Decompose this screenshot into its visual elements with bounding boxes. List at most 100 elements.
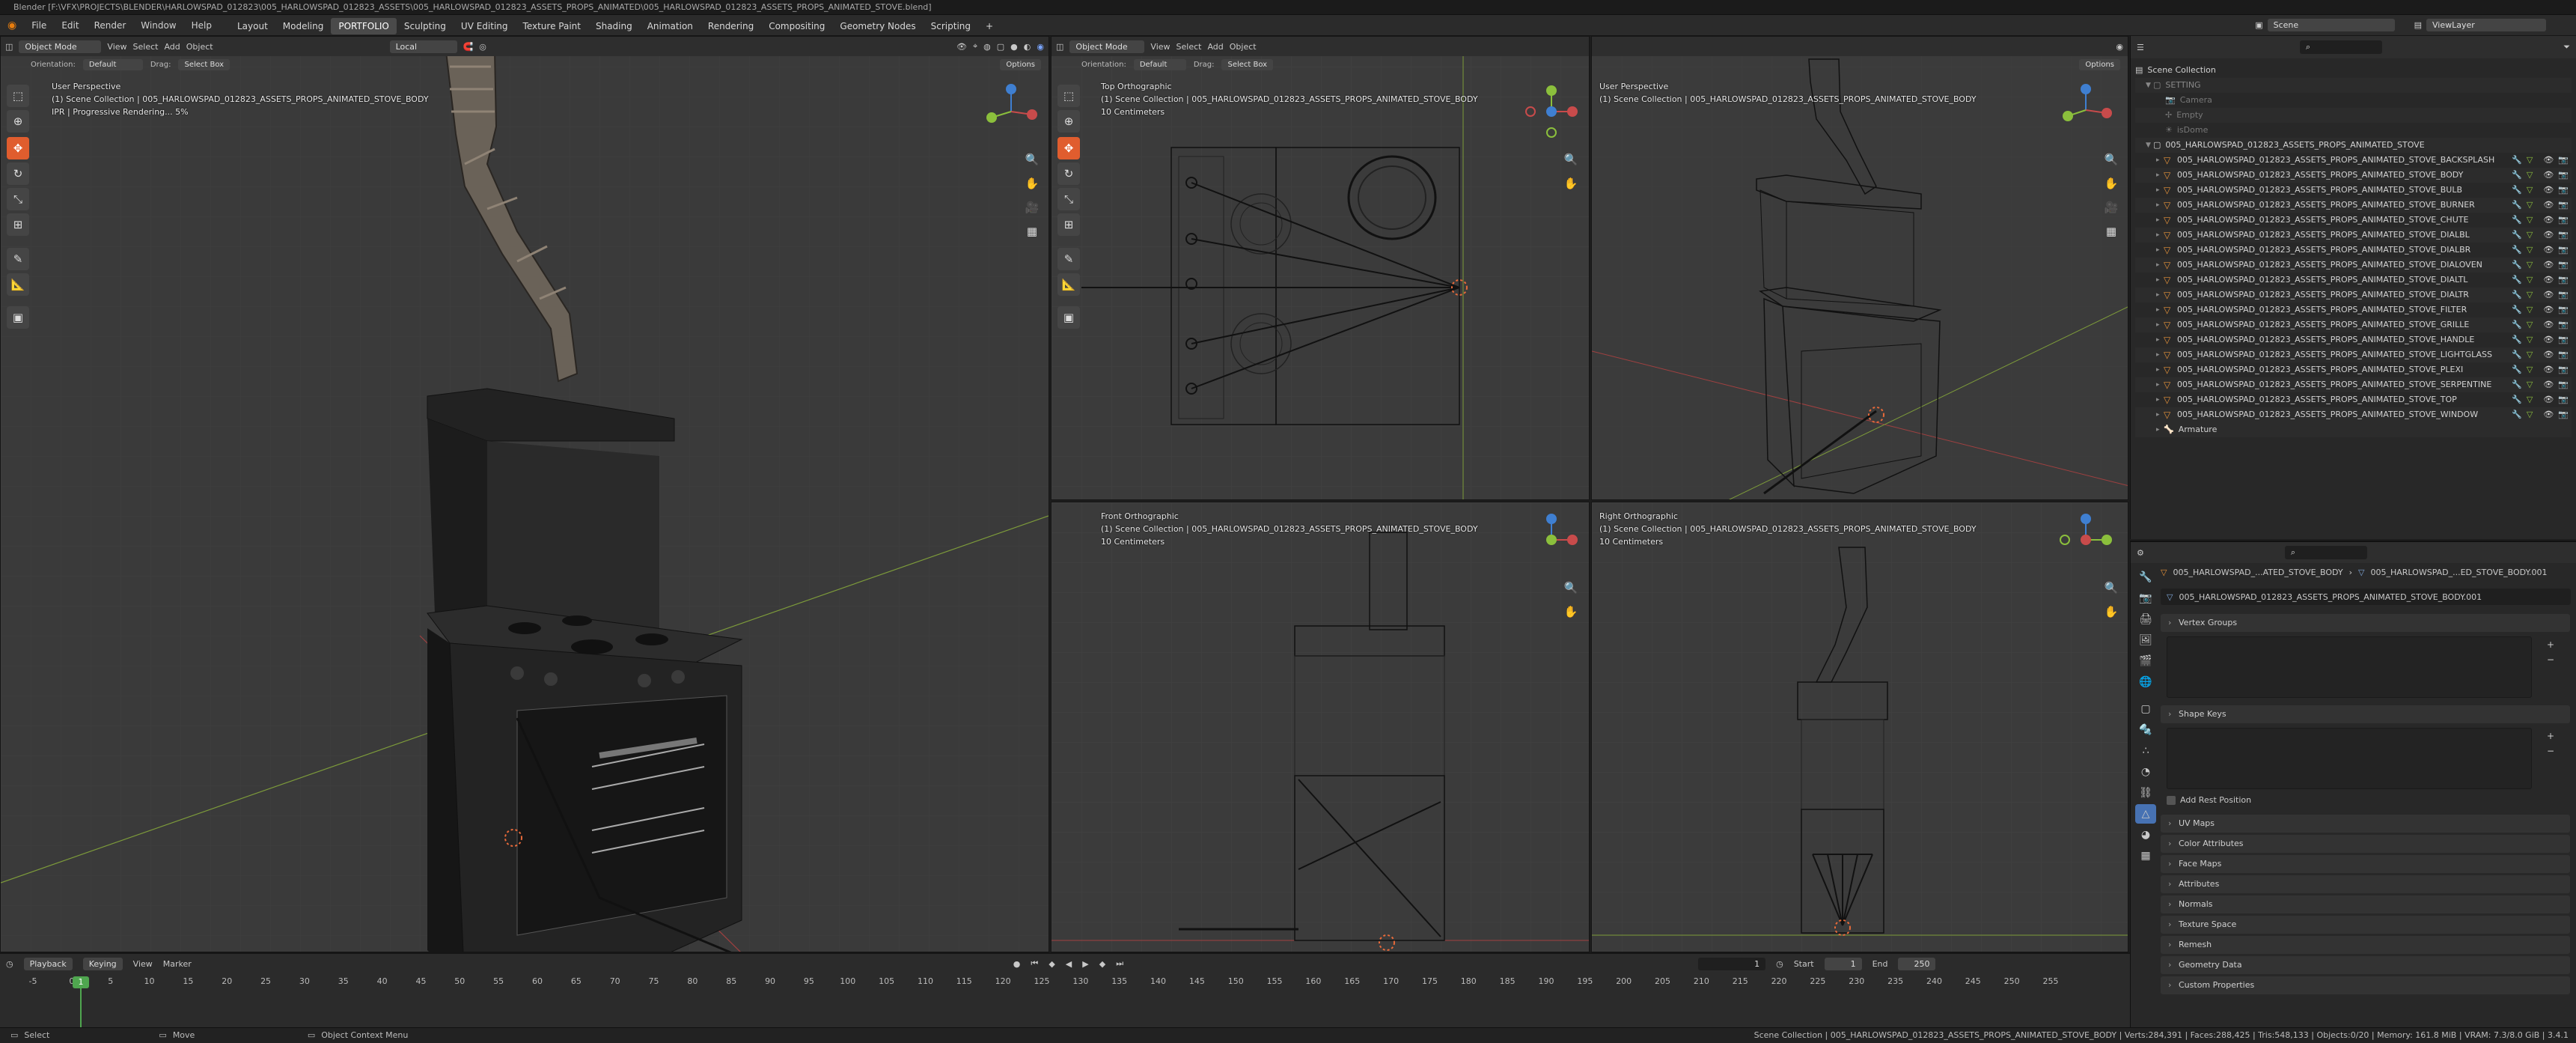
- pan-hand-icon[interactable]: ✋: [1560, 601, 1581, 622]
- add-vertex-group-icon[interactable]: +: [2547, 639, 2554, 650]
- outliner-item-object[interactable]: ▸ ▽ 005_HARLOWSPAD_012823_ASSETS_PROPS_ANI…: [2135, 302, 2572, 317]
- menu-add[interactable]: Add: [164, 42, 180, 52]
- expand-icon[interactable]: ▸: [2156, 392, 2164, 407]
- move-tool-button[interactable]: ✥: [1057, 137, 1080, 159]
- navigation-gizmo[interactable]: [1522, 510, 1581, 570]
- panel-normals[interactable]: Normals: [2161, 895, 2570, 913]
- expand-icon[interactable]: ▸: [2156, 258, 2164, 273]
- navigation-gizmo[interactable]: [2056, 80, 2116, 140]
- visibility-icon[interactable]: 👁: [956, 42, 967, 52]
- add-workspace-button[interactable]: +: [978, 18, 1001, 34]
- expand-icon[interactable]: ▸: [2156, 302, 2164, 317]
- material-tab-icon[interactable]: ◕: [2135, 825, 2156, 845]
- pan-hand-icon[interactable]: ✋: [2101, 173, 2122, 194]
- visibility-eye-icon[interactable]: 👁: [2543, 183, 2554, 198]
- menu-render[interactable]: Render: [87, 15, 134, 36]
- outliner-item-object[interactable]: ▸ ▽ 005_HARLOWSPAD_012823_ASSETS_PROPS_ANI…: [2135, 183, 2572, 198]
- expand-icon[interactable]: ▸: [2156, 332, 2164, 347]
- tab-texture-paint[interactable]: Texture Paint: [516, 18, 588, 34]
- expand-icon[interactable]: ▸: [2156, 168, 2164, 183]
- panel-custom-properties[interactable]: Custom Properties: [2161, 976, 2570, 994]
- panel-vertex-groups[interactable]: Vertex Groups: [2161, 614, 2570, 632]
- menu-select[interactable]: Select: [1176, 42, 1202, 52]
- add-cube-tool-button[interactable]: ▣: [7, 306, 29, 329]
- shading-solid-icon[interactable]: ●: [1010, 42, 1018, 52]
- zoom-icon[interactable]: 🔍: [2101, 577, 2122, 598]
- visibility-eye-icon[interactable]: 👁: [2543, 288, 2554, 302]
- tab-modeling[interactable]: Modeling: [275, 18, 332, 34]
- visibility-eye-icon[interactable]: 👁: [2543, 362, 2554, 377]
- expand-icon[interactable]: ▸: [2156, 213, 2164, 228]
- mesh-data-tab-icon[interactable]: △: [2135, 804, 2156, 824]
- tab-scripting[interactable]: Scripting: [924, 18, 978, 34]
- options-button[interactable]: Options: [1000, 58, 1041, 70]
- zoom-icon[interactable]: 🔍: [2101, 149, 2122, 170]
- view-layer-selector[interactable]: ViewLayer: [2426, 19, 2546, 31]
- scene-tab-icon[interactable]: 🎬: [2135, 651, 2156, 671]
- mode-selector[interactable]: Object Mode: [19, 40, 102, 53]
- visibility-eye-icon[interactable]: 👁: [2543, 168, 2554, 183]
- cursor-tool-button[interactable]: ⊕: [7, 110, 29, 133]
- object-tab-icon[interactable]: ▢: [2135, 699, 2156, 719]
- shape-keys-list[interactable]: [2167, 728, 2532, 789]
- expand-icon[interactable]: ▸: [2156, 243, 2164, 258]
- menu-view[interactable]: View: [107, 42, 126, 52]
- tab-animation[interactable]: Animation: [640, 18, 701, 34]
- playhead-frame-indicator[interactable]: 1: [73, 976, 89, 988]
- panel-texture-space[interactable]: Texture Space: [2161, 916, 2570, 934]
- vertex-groups-list[interactable]: [2167, 636, 2532, 698]
- outliner-item-object[interactable]: ▸ ▽ 005_HARLOWSPAD_012823_ASSETS_PROPS_ANI…: [2135, 243, 2572, 258]
- ortho-toggle-icon[interactable]: ▦: [1022, 221, 1043, 242]
- outliner-item-object[interactable]: ▸ ▽ 005_HARLOWSPAD_012823_ASSETS_PROPS_ANI…: [2135, 258, 2572, 273]
- viewport-perspective-2[interactable]: ◉ Options User Perspective (1) Scene Col…: [1591, 36, 2128, 500]
- outliner-editor-icon[interactable]: ☰: [2137, 43, 2144, 52]
- editor-type-icon[interactable]: ◫: [1056, 42, 1063, 52]
- properties-search-input[interactable]: ⌕: [2284, 546, 2367, 559]
- render-camera-icon[interactable]: 📷: [2558, 332, 2569, 347]
- expand-icon[interactable]: ▸: [2156, 198, 2164, 213]
- outliner-item-camera[interactable]: 📷 Camera: [2135, 93, 2572, 108]
- visibility-eye-icon[interactable]: 👁: [2543, 332, 2554, 347]
- modifier-tab-icon[interactable]: 🔩: [2135, 720, 2156, 740]
- annotate-tool-button[interactable]: ✎: [7, 248, 29, 270]
- panel-attributes[interactable]: Attributes: [2161, 875, 2570, 893]
- render-camera-icon[interactable]: 📷: [2558, 228, 2569, 243]
- visibility-eye-icon[interactable]: 👁: [2543, 273, 2554, 288]
- expand-icon[interactable]: ▼: [2146, 138, 2153, 153]
- render-camera-icon[interactable]: 📷: [2558, 258, 2569, 273]
- menu-file[interactable]: File: [24, 15, 54, 36]
- panel-geometry-data[interactable]: Geometry Data: [2161, 956, 2570, 974]
- render-camera-icon[interactable]: 📷: [2558, 243, 2569, 258]
- render-camera-icon[interactable]: 📷: [2558, 198, 2569, 213]
- blender-logo-icon[interactable]: ◉: [0, 15, 24, 36]
- camera-view-icon[interactable]: 🎥: [2101, 197, 2122, 218]
- visibility-eye-icon[interactable]: 👁: [2543, 258, 2554, 273]
- shading-material-icon[interactable]: ◐: [1024, 42, 1031, 52]
- timeline-ruler[interactable]: -5 0 5 10 15 20 25 30 35 40 45 50 55 60 65 70 75 80 85 90 95…: [0, 954, 2130, 1029]
- viewport-right-ortho[interactable]: Right Orthographic (1) Scene Collection …: [1591, 502, 2128, 952]
- panel-face-maps[interactable]: Face Maps: [2161, 855, 2570, 873]
- editor-type-icon[interactable]: ◫: [5, 42, 13, 52]
- visibility-eye-icon[interactable]: 👁: [2543, 153, 2554, 168]
- render-camera-icon[interactable]: 📷: [2558, 347, 2569, 362]
- zoom-icon[interactable]: 🔍: [1560, 577, 1581, 598]
- menu-object[interactable]: Object: [1230, 42, 1257, 52]
- render-camera-icon[interactable]: 📷: [2558, 362, 2569, 377]
- outliner-item-scene-collection[interactable]: ▤ Scene Collection: [2135, 63, 2572, 78]
- options-button[interactable]: Options: [2079, 58, 2120, 70]
- outliner-item-object[interactable]: ▸ ▽ 005_HARLOWSPAD_012823_ASSETS_PROPS_ANI…: [2135, 332, 2572, 347]
- mode-selector[interactable]: Object Mode: [1069, 40, 1145, 53]
- snap-icon[interactable]: 🧲: [463, 42, 474, 52]
- render-camera-icon[interactable]: 📷: [2558, 407, 2569, 422]
- outliner-item-object[interactable]: ▸ ▽ 005_HARLOWSPAD_012823_ASSETS_PROPS_ANI…: [2135, 153, 2572, 168]
- orientation-selector[interactable]: Default: [82, 58, 143, 70]
- pan-hand-icon[interactable]: ✋: [1560, 173, 1581, 194]
- menu-object[interactable]: Object: [186, 42, 213, 52]
- render-camera-icon[interactable]: 📷: [2558, 377, 2569, 392]
- tab-geometry-nodes[interactable]: Geometry Nodes: [832, 18, 923, 34]
- outliner-item-stove-collection[interactable]: ▼ ▢ 005_HARLOWSPAD_012823_ASSETS_PROPS_ANI…: [2135, 138, 2572, 153]
- render-camera-icon[interactable]: 📷: [2558, 168, 2569, 183]
- tab-layout[interactable]: Layout: [230, 18, 275, 34]
- expand-icon[interactable]: ▸: [2156, 377, 2164, 392]
- render-camera-icon[interactable]: 📷: [2558, 317, 2569, 332]
